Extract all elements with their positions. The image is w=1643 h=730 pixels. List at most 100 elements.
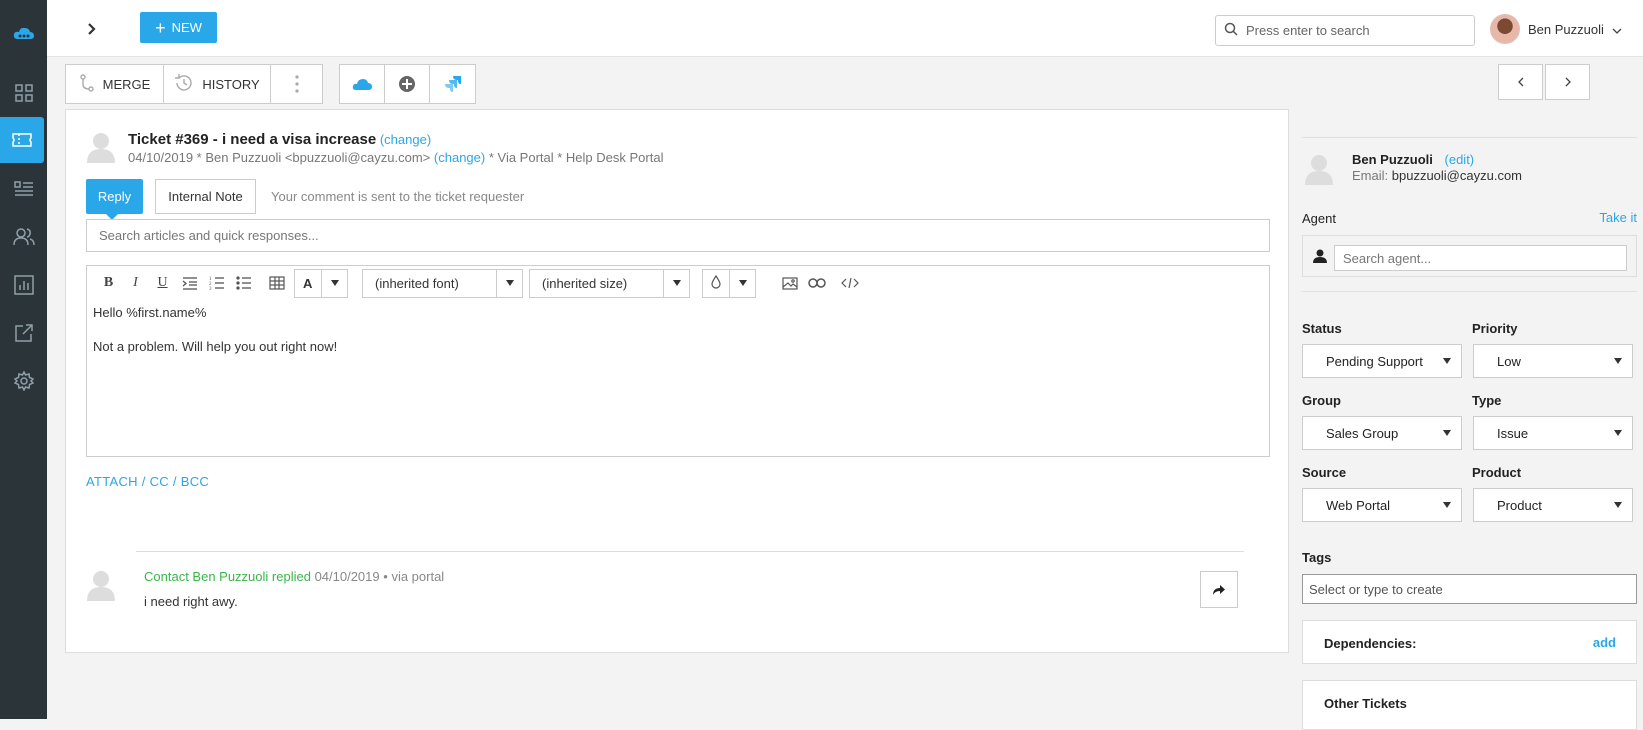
- font-family-select[interactable]: (inherited font): [362, 268, 523, 298]
- caret-down-icon: [1443, 358, 1451, 364]
- knowledge-list-icon[interactable]: [0, 166, 47, 212]
- product-label: Product: [1472, 465, 1522, 480]
- dependencies-label: Dependencies:: [1324, 636, 1417, 651]
- reports-icon[interactable]: [0, 262, 47, 308]
- caret-down-icon: [1614, 430, 1622, 436]
- plus-circle-icon[interactable]: [385, 65, 430, 103]
- history-text: i need right awy.: [144, 594, 238, 609]
- avatar: [1490, 14, 1520, 44]
- table-icon[interactable]: [263, 269, 290, 297]
- ordered-list-icon[interactable]: 123: [203, 269, 230, 297]
- source-select[interactable]: Web Portal: [1302, 488, 1462, 522]
- font-size-select[interactable]: (inherited size): [529, 268, 690, 298]
- reply-editor: B I U 123 A (inherited font) (inherited …: [86, 265, 1270, 457]
- attach-cc-bcc-link[interactable]: ATTACH / CC / BCC: [86, 474, 209, 489]
- search-icon: [1224, 22, 1238, 39]
- caret-down-icon: [1443, 502, 1451, 508]
- group-value: Sales Group: [1326, 425, 1399, 441]
- ticket-source: * Via Portal * Help Desk Portal: [488, 150, 664, 165]
- bold-icon[interactable]: B: [95, 269, 122, 297]
- background-color-picker[interactable]: [702, 268, 756, 298]
- chevron-down-icon: [1612, 22, 1622, 37]
- agent-box: [1302, 235, 1637, 277]
- priority-select[interactable]: Low: [1473, 344, 1633, 378]
- history-divider: [136, 551, 1244, 552]
- status-select[interactable]: Pending Support: [1302, 344, 1462, 378]
- caret-down-icon: [663, 269, 689, 297]
- email-label: Email:: [1352, 168, 1389, 183]
- ticket-meta: 04/10/2019 * Ben Puzzuoli <bpuzzuoli@cay…: [128, 150, 431, 165]
- editor-line-message: Not a problem. Will help you out right n…: [93, 339, 338, 354]
- drop-icon: [711, 274, 721, 292]
- change-title-link[interactable]: (change): [380, 132, 431, 147]
- users-icon[interactable]: [0, 214, 47, 260]
- tags-label: Tags: [1302, 550, 1332, 565]
- agent-search-input[interactable]: [1334, 245, 1627, 271]
- expand-sidebar-chevron-icon[interactable]: [83, 20, 101, 38]
- jira-icon[interactable]: [430, 65, 475, 103]
- font-family-value: (inherited font): [375, 275, 459, 291]
- dashboard-icon[interactable]: [0, 70, 47, 116]
- take-it-link[interactable]: Take it: [1599, 210, 1637, 225]
- history-button[interactable]: HISTORY: [164, 65, 271, 103]
- history-label: HISTORY: [202, 76, 260, 92]
- other-tickets-box: Other Tickets: [1302, 680, 1637, 730]
- other-tickets-label: Other Tickets: [1324, 696, 1407, 711]
- reply-hint: Your comment is sent to the ticket reque…: [271, 189, 525, 204]
- article-search-input[interactable]: [99, 228, 1269, 243]
- history-icon: [174, 73, 194, 96]
- previous-ticket-chevron-left-icon[interactable]: [1498, 64, 1543, 100]
- salesforce-cloud-icon[interactable]: [340, 65, 385, 103]
- history-via: via portal: [391, 569, 445, 584]
- history-author: Contact Ben Puzzuoli replied: [144, 569, 311, 584]
- external-link-icon[interactable]: [0, 310, 47, 356]
- change-requester-link[interactable]: (change): [434, 150, 485, 165]
- contact-email: bpuzzuoli@cayzu.com: [1391, 168, 1523, 183]
- ticket-icon[interactable]: [0, 117, 44, 163]
- type-select[interactable]: Issue: [1473, 416, 1633, 450]
- user-menu[interactable]: Ben Puzzuoli: [1490, 13, 1622, 45]
- cloud-logo-icon[interactable]: [0, 10, 47, 56]
- merge-button[interactable]: MERGE: [66, 65, 164, 103]
- next-ticket-chevron-right-icon[interactable]: [1545, 64, 1590, 100]
- caret-down-icon: [496, 269, 522, 297]
- group-select[interactable]: Sales Group: [1302, 416, 1462, 450]
- link-icon[interactable]: [803, 269, 830, 297]
- merge-label: MERGE: [102, 76, 151, 92]
- editor-content[interactable]: Hello %first.name% Not a problem. Will h…: [87, 300, 1269, 360]
- global-search[interactable]: [1215, 15, 1475, 46]
- article-search: [86, 219, 1270, 252]
- priority-value: Low: [1497, 353, 1521, 369]
- underline-icon[interactable]: U: [149, 269, 176, 297]
- source-code-icon[interactable]: [836, 269, 863, 297]
- tab-reply[interactable]: Reply: [86, 179, 143, 220]
- tags-input[interactable]: [1302, 574, 1637, 604]
- user-name: Ben Puzzuoli: [1528, 21, 1604, 37]
- image-icon[interactable]: [776, 269, 803, 297]
- italic-icon[interactable]: I: [122, 269, 149, 297]
- forward-share-icon[interactable]: [1200, 571, 1238, 608]
- new-button[interactable]: + NEW: [140, 12, 217, 43]
- contact-avatar-icon: [1304, 153, 1334, 188]
- search-input[interactable]: [1246, 23, 1456, 38]
- font-size-value: (inherited size): [542, 275, 628, 291]
- indent-icon[interactable]: [176, 269, 203, 297]
- product-select[interactable]: Product: [1473, 488, 1633, 522]
- tab-internal-note[interactable]: Internal Note: [155, 179, 256, 214]
- panel-divider: [1302, 291, 1637, 292]
- status-value: Pending Support: [1326, 353, 1423, 369]
- text-color-picker[interactable]: A: [294, 268, 348, 298]
- caret-down-icon: [321, 269, 347, 297]
- more-options-icon[interactable]: [271, 65, 322, 103]
- caret-down-icon: [1443, 430, 1451, 436]
- status-label: Status: [1302, 321, 1342, 336]
- bullet-list-icon[interactable]: [230, 269, 257, 297]
- contact-card: Ben Puzzuoli (edit) Email: bpuzzuoli@cay…: [1302, 137, 1637, 190]
- history-date: 04/10/2019: [314, 569, 380, 584]
- edit-contact-link[interactable]: (edit): [1445, 152, 1475, 167]
- top-bar: + NEW Ben Puzzuoli: [47, 0, 1643, 57]
- add-dependency-link[interactable]: add: [1593, 635, 1616, 650]
- product-value: Product: [1497, 497, 1542, 513]
- settings-gear-icon[interactable]: [0, 358, 47, 404]
- contact-avatar-icon: [86, 569, 116, 601]
